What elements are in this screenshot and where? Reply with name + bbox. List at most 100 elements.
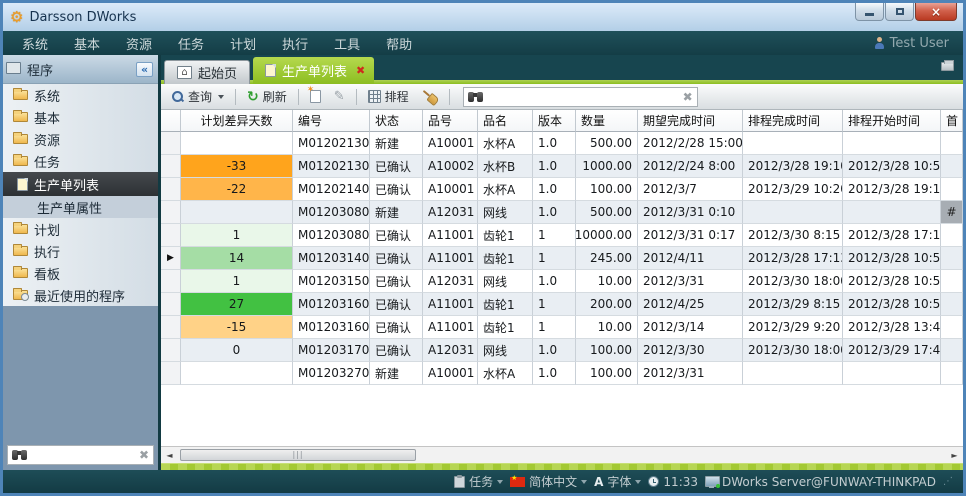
sidebar-item-5[interactable]: 生产单属性 [3, 196, 158, 218]
user-menu[interactable]: Test User [874, 36, 957, 51]
grid-cell[interactable]: 2012/3/30 18:00 [743, 270, 843, 293]
grid-cell[interactable]: 2012/3/28 10:52 [843, 293, 941, 316]
column-header-7[interactable]: 期望完成时间 [638, 110, 743, 132]
horizontal-scrollbar[interactable]: ◄ ||| ► [161, 446, 963, 463]
edit-button[interactable]: ✎ [330, 88, 349, 105]
sidebar-item-0[interactable]: 系统 [3, 84, 158, 106]
scroll-left-icon[interactable]: ◄ [161, 451, 178, 460]
grid-cell[interactable]: 齿轮1 [478, 247, 533, 270]
grid-cell[interactable]: M012031501 [293, 270, 370, 293]
grid-cell[interactable]: A11001 [423, 316, 478, 339]
table-row[interactable]: 1M012031501已确认A12031网线1.010.002012/3/312… [161, 270, 963, 293]
window-list-icon[interactable] [941, 62, 954, 71]
sidebar-search-clear-icon[interactable]: ✖ [139, 449, 149, 461]
grid-cell[interactable]: 已确认 [370, 293, 423, 316]
row-selector[interactable] [161, 155, 181, 178]
new-button[interactable] [306, 88, 325, 105]
grid-cell[interactable]: A12031 [423, 201, 478, 224]
tab-production-order-list[interactable]: 生产单列表 ✖ [253, 57, 374, 84]
grid-cell[interactable] [941, 178, 963, 201]
grid-cell[interactable]: 1 [533, 316, 576, 339]
grid-cell[interactable]: 已确认 [370, 155, 423, 178]
sidebar-item-1[interactable]: 基本 [3, 106, 158, 128]
grid-cell[interactable] [941, 247, 963, 270]
scroll-right-icon[interactable]: ► [946, 451, 963, 460]
scrollbar-thumb[interactable]: ||| [180, 449, 416, 461]
grid-cell[interactable] [941, 316, 963, 339]
grid-cell[interactable]: 1 [533, 293, 576, 316]
sidebar-search-input[interactable] [31, 447, 135, 463]
grid-cell[interactable]: 网线 [478, 201, 533, 224]
grid-cell[interactable]: 2012/3/28 17:13 [843, 224, 941, 247]
grid-cell[interactable]: 27 [181, 293, 293, 316]
grid-cell[interactable]: 已确认 [370, 178, 423, 201]
grid-cell[interactable]: 已确认 [370, 247, 423, 270]
grid-cell[interactable] [843, 201, 941, 224]
grid-cell[interactable] [941, 132, 963, 155]
column-header-3[interactable]: 品号 [423, 110, 478, 132]
grid-cell[interactable]: 2012/3/28 10:52 [843, 155, 941, 178]
grid-cell[interactable]: -33 [181, 155, 293, 178]
row-selector[interactable] [161, 316, 181, 339]
grid-cell[interactable]: 1.0 [533, 362, 576, 385]
sidebar-item-3[interactable]: 任务 [3, 150, 158, 172]
grid-cell[interactable]: A11001 [423, 293, 478, 316]
grid-cell[interactable]: 2012/3/29 17:46 [843, 339, 941, 362]
grid-cell[interactable]: 齿轮1 [478, 224, 533, 247]
row-selector[interactable] [161, 339, 181, 362]
grid-cell[interactable] [743, 362, 843, 385]
grid-cell[interactable]: 2012/3/29 8:15 [743, 293, 843, 316]
grid-cell[interactable]: 1 [533, 224, 576, 247]
table-row[interactable]: 0M012031701已确认A12031网线1.0100.002012/3/30… [161, 339, 963, 362]
table-row[interactable]: M012032701新建A10001水杯A1.0100.002012/3/31 [161, 362, 963, 385]
row-selector[interactable] [161, 293, 181, 316]
grid-cell[interactable]: 已确认 [370, 316, 423, 339]
menu-item-0[interactable]: 系统 [9, 38, 61, 53]
grid-cell[interactable] [941, 155, 963, 178]
status-font-menu[interactable]: A 字体 [594, 473, 641, 490]
grid-cell[interactable]: 2012/3/31 [638, 362, 743, 385]
grid-cell[interactable]: 2012/3/28 17:13 [743, 247, 843, 270]
grid-cell[interactable]: 2012/3/31 [638, 270, 743, 293]
table-row[interactable]: -22M012021401已确认A10001水杯A1.0100.002012/3… [161, 178, 963, 201]
table-row[interactable]: M012021301新建A10001水杯A1.0500.002012/2/28 … [161, 132, 963, 155]
grid-cell[interactable]: 1.0 [533, 178, 576, 201]
grid-cell[interactable]: 2012/4/11 [638, 247, 743, 270]
grid-cell[interactable]: 2012/3/28 13:40 [843, 316, 941, 339]
restore-button[interactable] [885, 3, 914, 21]
grid-cell[interactable]: 245.00 [576, 247, 638, 270]
grid-cell[interactable]: 1 [181, 270, 293, 293]
grid-cell[interactable]: 1.0 [533, 270, 576, 293]
grid-cell[interactable]: -15 [181, 316, 293, 339]
grid-cell[interactable]: M012021302 [293, 155, 370, 178]
grid-cell[interactable]: 2012/2/28 15:00 [638, 132, 743, 155]
grid-cell[interactable]: 2012/3/7 [638, 178, 743, 201]
sidebar-item-2[interactable]: 资源 [3, 128, 158, 150]
table-row[interactable]: -15M012031602已确认A11001齿轮1110.002012/3/14… [161, 316, 963, 339]
grid-cell[interactable]: 200.00 [576, 293, 638, 316]
grid-cell[interactable]: 2012/4/25 [638, 293, 743, 316]
grid-cell[interactable] [843, 362, 941, 385]
sidebar-item-6[interactable]: 计划 [3, 218, 158, 240]
grid-cell[interactable]: A12031 [423, 339, 478, 362]
column-header-6[interactable]: 数量 [576, 110, 638, 132]
grid-cell[interactable]: A10001 [423, 178, 478, 201]
status-task-menu[interactable]: 任务 [454, 473, 503, 490]
grid-cell[interactable] [941, 224, 963, 247]
table-row[interactable]: M012030801新建A12031网线1.0500.002012/3/31 0… [161, 201, 963, 224]
grid-cell[interactable] [743, 132, 843, 155]
column-header-2[interactable]: 状态 [370, 110, 423, 132]
grid-cell[interactable]: 1.0 [533, 132, 576, 155]
grid-cell[interactable]: A10002 [423, 155, 478, 178]
toolbar-search-clear-icon[interactable]: ✖ [683, 91, 693, 103]
row-selector[interactable] [161, 178, 181, 201]
row-selector[interactable] [161, 201, 181, 224]
schedule-button[interactable]: 排程 [364, 86, 413, 107]
status-language-menu[interactable]: 简体中文 [510, 473, 587, 490]
grid-cell[interactable]: 100.00 [576, 339, 638, 362]
grid-cell[interactable] [941, 362, 963, 385]
grid-cell[interactable]: 1000.00 [576, 155, 638, 178]
row-selector[interactable] [161, 132, 181, 155]
grid-cell[interactable] [181, 132, 293, 155]
refresh-button[interactable]: ↻ 刷新 [243, 86, 291, 107]
